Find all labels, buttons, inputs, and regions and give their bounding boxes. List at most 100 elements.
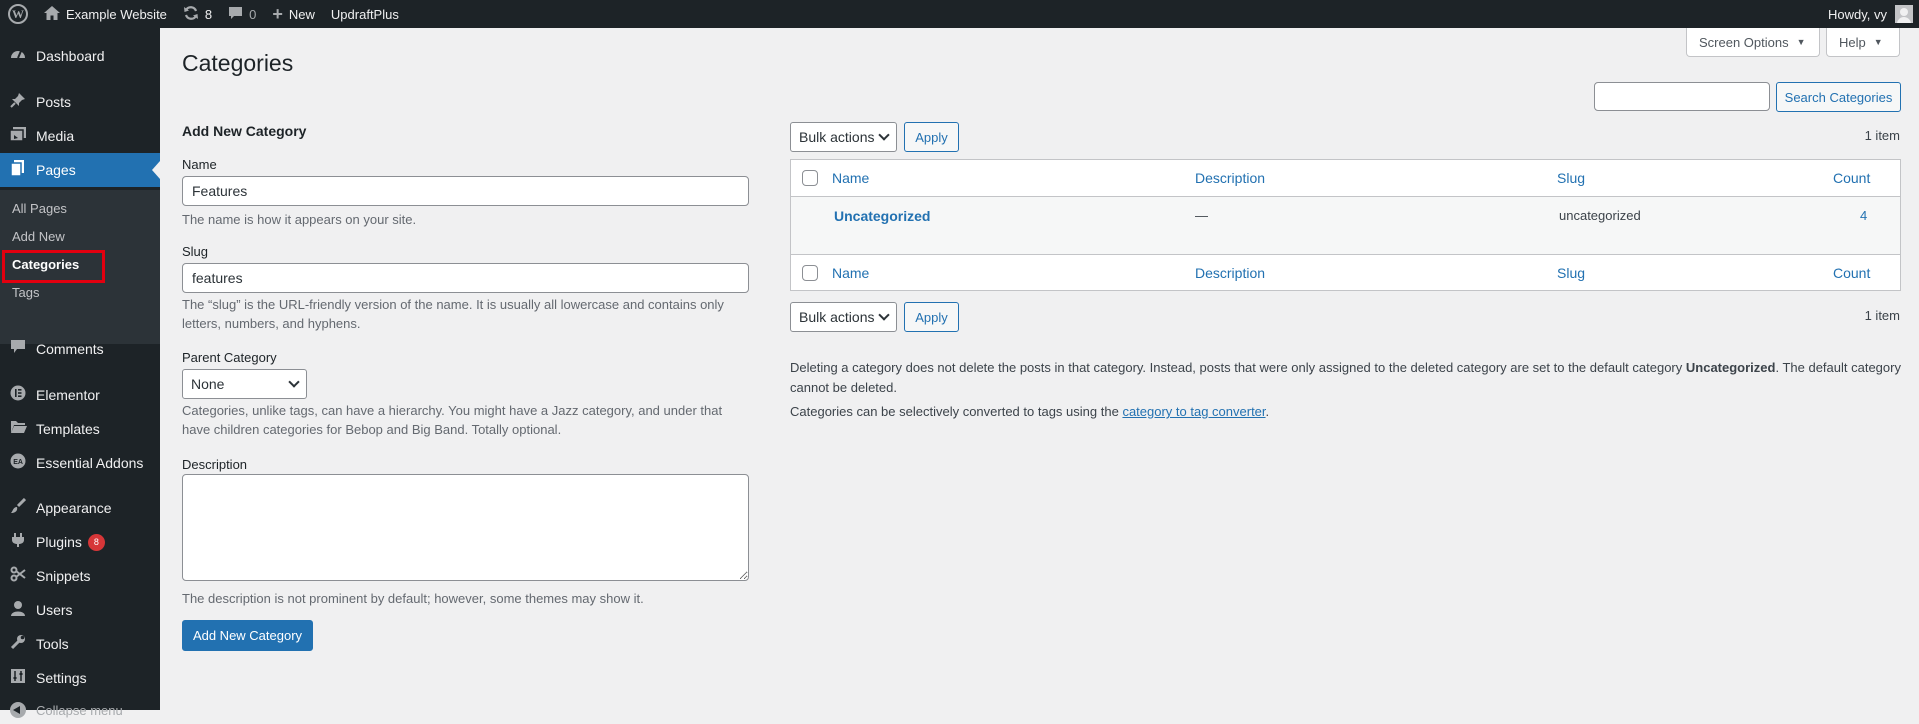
admin-menu: Dashboard Posts Media Pages All Pages Ad… (0, 28, 160, 718)
updates-icon (183, 5, 199, 24)
name-field[interactable] (182, 176, 749, 206)
menu-item-appearance[interactable]: Appearance (0, 491, 160, 525)
menu-label-users: Users (36, 602, 73, 618)
table-row: Uncategorized — uncategorized 4 (791, 197, 1900, 254)
menu-item-snippets[interactable]: Snippets (0, 559, 160, 593)
menu-label-dashboard: Dashboard (36, 48, 105, 64)
bulk-actions-select-top[interactable]: Bulk actions (790, 122, 897, 152)
menu-item-templates[interactable]: Templates (0, 412, 160, 446)
bulk-actions-value: Bulk actions (799, 129, 875, 145)
converter-note-text: Categories can be selectively converted … (790, 404, 1119, 419)
menu-label-templates: Templates (36, 421, 100, 437)
menu-item-elementor[interactable]: Elementor (0, 378, 160, 412)
updates-link[interactable]: 8 (175, 0, 220, 28)
column-name[interactable]: Name (832, 170, 869, 186)
categories-table: Name Description Slug Count Uncategorize… (790, 159, 1901, 291)
plug-icon (0, 532, 36, 553)
menu-item-users[interactable]: Users (0, 593, 160, 627)
category-to-tag-converter-link[interactable]: category to tag converter (1122, 404, 1265, 419)
menu-label-settings: Settings (36, 670, 87, 686)
categories-highlight-box (2, 250, 105, 283)
items-count-bottom: 1 item (1864, 308, 1900, 323)
menu-item-comments[interactable]: Comments (0, 332, 160, 366)
column-slug-footer[interactable]: Slug (1557, 265, 1585, 281)
submenu-all-pages[interactable]: All Pages (12, 201, 67, 216)
comments-link[interactable]: 0 (220, 0, 264, 28)
collapse-arrow-icon (10, 702, 26, 718)
menu-label-media: Media (36, 128, 75, 144)
chevron-down-icon (878, 129, 890, 141)
converter-note: Categories can be selectively converted … (790, 402, 1905, 422)
column-name-footer[interactable]: Name (832, 265, 869, 281)
name-label: Name (182, 157, 217, 172)
menu-label-pages: Pages (36, 162, 76, 178)
column-count-footer[interactable]: Count (1833, 265, 1870, 281)
pushpin-icon (0, 92, 36, 113)
menu-item-dashboard[interactable]: Dashboard (0, 39, 160, 73)
menu-item-media[interactable]: Media (0, 119, 160, 153)
description-field[interactable] (182, 474, 749, 581)
help-button[interactable]: Help ▼ (1826, 28, 1900, 57)
new-label: New (288, 6, 315, 22)
dashboard-icon (0, 46, 36, 67)
search-categories-button[interactable]: Search Categories (1776, 82, 1901, 112)
new-content-link[interactable]: + New (264, 0, 323, 28)
collapse-menu-label: Collapse menu (36, 702, 123, 718)
delete-note-text: Deleting a category does not delete the … (790, 360, 1683, 375)
slug-help: The “slug” is the URL-friendly version o… (182, 297, 724, 331)
delete-category-note: Deleting a category does not delete the … (790, 358, 1905, 398)
chevron-down-icon (878, 309, 890, 321)
svg-text:EA: EA (13, 459, 23, 466)
caret-down-icon: ▼ (1796, 37, 1806, 47)
name-help: The name is how it appears on your site. (182, 212, 417, 227)
menu-label-snippets: Snippets (36, 568, 91, 584)
category-slug: uncategorized (1559, 208, 1641, 223)
menu-label-comments: Comments (36, 341, 104, 357)
comments-count: 0 (249, 6, 257, 22)
caret-down-icon: ▼ (1873, 37, 1883, 47)
chevron-down-icon (288, 376, 300, 388)
paintbrush-icon (0, 497, 36, 519)
menu-item-settings[interactable]: Settings (0, 661, 160, 695)
select-all-checkbox-bottom[interactable] (802, 265, 818, 281)
parent-category-select[interactable]: None (182, 369, 307, 399)
apply-button-top[interactable]: Apply (904, 122, 959, 152)
menu-item-essential-addons[interactable]: EA Essential Addons (0, 446, 160, 480)
column-count[interactable]: Count (1833, 170, 1870, 186)
parent-category-help: Categories, unlike tags, can have a hier… (182, 403, 723, 437)
wordpress-logo-icon: W (8, 4, 28, 24)
slug-field[interactable] (182, 263, 749, 293)
media-icon (0, 126, 36, 147)
add-new-category-button[interactable]: Add New Category (182, 620, 313, 651)
menu-item-posts[interactable]: Posts (0, 85, 160, 119)
search-input[interactable] (1594, 82, 1770, 111)
submenu-tags[interactable]: Tags (12, 285, 39, 300)
wp-logo-menu[interactable]: W (0, 0, 36, 28)
table-header: Name Description Slug Count (791, 160, 1900, 197)
collapse-menu-button[interactable]: Collapse menu (0, 696, 160, 724)
menu-item-pages[interactable]: Pages (0, 153, 160, 187)
column-description-footer[interactable]: Description (1195, 265, 1265, 281)
user-icon (0, 600, 36, 621)
category-count-link[interactable]: 4 (1860, 208, 1867, 223)
menu-label-posts: Posts (36, 94, 72, 110)
menu-item-tools[interactable]: Tools (0, 627, 160, 661)
updraftplus-label: UpdraftPlus (330, 6, 399, 22)
my-account-link[interactable]: Howdy, vy (1828, 5, 1919, 23)
site-name-link[interactable]: Example Website (36, 0, 175, 28)
screen-options-label: Screen Options (1699, 34, 1789, 50)
submenu-add-new[interactable]: Add New (12, 229, 65, 244)
screen-options-button[interactable]: Screen Options ▼ (1686, 28, 1820, 57)
description-label: Description (182, 457, 248, 472)
updraftplus-link[interactable]: UpdraftPlus (323, 0, 407, 28)
category-name-link[interactable]: Uncategorized (834, 208, 930, 224)
column-slug[interactable]: Slug (1557, 170, 1585, 186)
apply-button-bottom[interactable]: Apply (904, 302, 959, 332)
items-count-top: 1 item (1864, 128, 1900, 143)
select-all-checkbox[interactable] (802, 170, 818, 186)
updates-count: 8 (204, 6, 213, 22)
menu-item-plugins[interactable]: Plugins 8 (0, 525, 160, 559)
bulk-actions-select-bottom[interactable]: Bulk actions (790, 302, 897, 332)
column-description[interactable]: Description (1195, 170, 1265, 186)
folder-icon (0, 420, 36, 439)
